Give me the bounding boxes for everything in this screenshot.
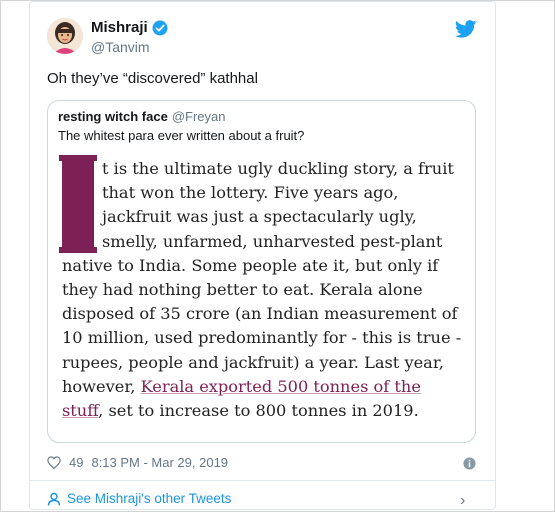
author-handle[interactable]: @Tanvim [91,39,150,55]
tweet-text: Oh they’ve “discovered” kathhal [47,70,258,87]
tweet-timestamp[interactable]: 8:13 PM - Mar 29, 2019 [91,455,228,470]
article-line: smelly, unfarmed, unharvested pest-plant [102,231,443,251]
info-icon[interactable] [463,457,476,470]
avatar-illustration [47,18,83,54]
article-line-suffix: , set to increase to 800 tonnes in 2019. [98,401,419,421]
article-line: disposed of 35 crore (an Indian measurem… [62,304,458,324]
quoted-author-name: resting witch face [58,109,168,124]
quoted-tweet-text: The whitest para ever written about a fr… [58,128,305,143]
chevron-right-icon[interactable]: › [460,492,465,510]
article-link-part-2: stuff [62,401,99,421]
twitter-bird-icon[interactable] [455,20,477,38]
article-link-part-1: Kerala exported 500 tonnes of the [140,376,421,396]
article-line: stuff, set to increase to 800 tonnes in … [62,399,472,423]
see-other-tweets-link[interactable]: See Mishraji's other Tweets [47,491,231,506]
author-name-row[interactable]: Mishraji [91,19,168,36]
like-count[interactable]: 49 [69,455,83,470]
see-other-tweets-label[interactable]: See Mishraji's other Tweets [67,491,231,506]
article-line: native to India. Some people ate it, but… [62,255,439,275]
user-icon [47,492,61,506]
avatar[interactable] [47,18,83,54]
article-line-prefix: however, [62,376,141,396]
article-line: t is the ultimate ugly duckling story, a… [102,159,454,178]
card-divider [29,480,496,481]
tweet-meta: 49 8:13 PM - Mar 29, 2019 [47,455,228,470]
quoted-tweet[interactable]: resting witch face @Freyan The whitest pa… [47,100,476,443]
quoted-author: resting witch face @Freyan [58,109,225,124]
article-line: rupees, people and jackfruit) a year. La… [62,352,444,372]
author-name[interactable]: Mishraji [91,19,148,36]
quoted-author-handle: @Freyan [171,109,226,124]
article-image-text: t is the ultimate ugly duckling story, a… [62,157,472,423]
article-line: they had nothing better to eat. Kerala a… [62,280,423,300]
heart-icon[interactable] [47,456,61,469]
verified-badge-icon [152,20,168,35]
article-line: jackfruit was just a spectacularly ugly, [102,207,417,227]
article-line: that won the lottery. Five years ago, [102,183,399,203]
article-line: 10 million, used predominantly for - thi… [62,328,462,348]
article-line: however, Kerala exported 500 tonnes of t… [62,375,472,399]
